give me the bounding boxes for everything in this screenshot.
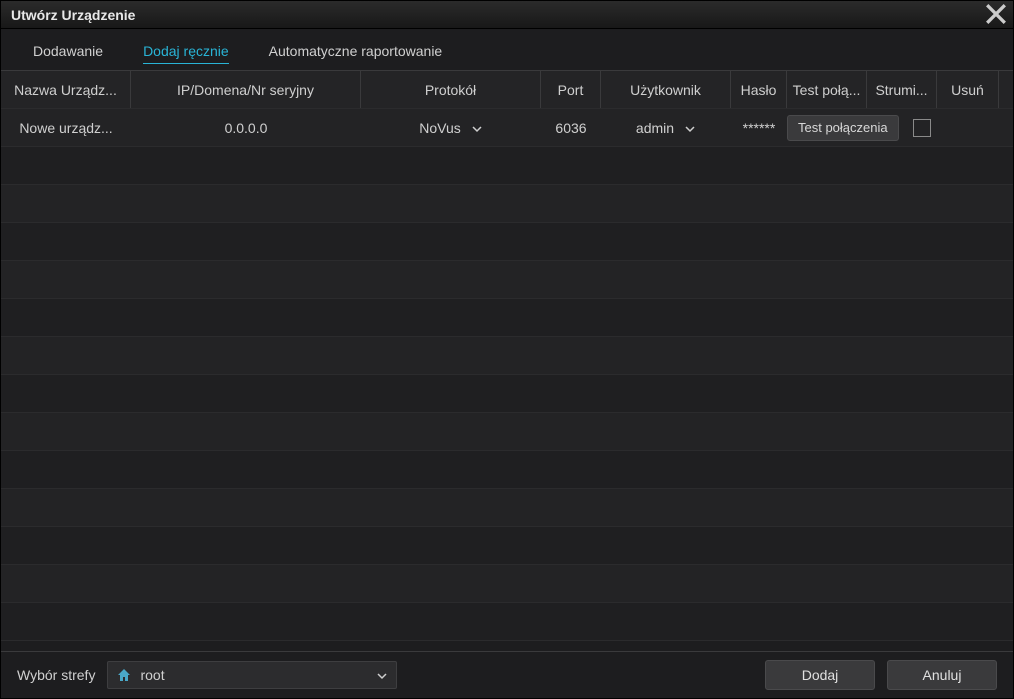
user-select[interactable]: admin xyxy=(636,120,696,136)
test-connection-button[interactable]: Test połączenia xyxy=(787,115,899,141)
col-delete: Usuń xyxy=(937,71,999,108)
col-protocol: Protokół xyxy=(361,71,541,108)
col-port: Port xyxy=(541,71,601,108)
tab-auto-reporting[interactable]: Automatyczne raportowanie xyxy=(269,39,443,64)
title-bar: Utwórz Urządzenie xyxy=(1,1,1013,29)
col-user: Użytkownik xyxy=(601,71,731,108)
cell-ip[interactable]: 0.0.0.0 xyxy=(131,109,361,146)
device-table: Nazwa Urządz... IP/Domena/Nr seryjny Pro… xyxy=(1,70,1013,652)
window-close-button[interactable] xyxy=(985,3,1007,25)
table-row-empty xyxy=(1,337,1013,375)
stream-checkbox[interactable] xyxy=(913,119,931,137)
zone-select[interactable]: root xyxy=(107,661,397,689)
table-row-empty xyxy=(1,565,1013,603)
col-password: Hasło xyxy=(731,71,787,108)
cell-user: admin xyxy=(601,109,731,146)
cell-test: Test połączenia xyxy=(787,109,867,146)
cancel-button[interactable]: Anuluj xyxy=(887,660,997,690)
create-device-window: Utwórz Urządzenie Dodawanie Dodaj ręczni… xyxy=(0,0,1014,699)
add-button[interactable]: Dodaj xyxy=(765,660,875,690)
tab-add-manually[interactable]: Dodaj ręcznie xyxy=(143,39,229,64)
table-row-empty xyxy=(1,527,1013,565)
cell-protocol: NoVus xyxy=(361,109,541,146)
user-value: admin xyxy=(636,120,674,136)
table-row-empty xyxy=(1,223,1013,261)
table-row-empty xyxy=(1,603,1013,641)
table-row-empty xyxy=(1,451,1013,489)
tab-add[interactable]: Dodawanie xyxy=(33,39,103,64)
col-stream: Strumi... xyxy=(867,71,937,108)
protocol-value: NoVus xyxy=(419,120,461,136)
home-icon xyxy=(116,667,132,683)
tabs: Dodawanie Dodaj ręcznie Automatyczne rap… xyxy=(1,29,1013,70)
table-row-empty xyxy=(1,299,1013,337)
chevron-down-icon xyxy=(471,122,483,134)
table-row-empty xyxy=(1,413,1013,451)
table-body: Nowe urządz... 0.0.0.0 NoVus 6036 admin xyxy=(1,109,1013,651)
table-row-empty xyxy=(1,185,1013,223)
zone-value: root xyxy=(140,667,164,683)
zone-label: Wybór strefy xyxy=(17,667,95,683)
cell-password[interactable]: ****** xyxy=(731,109,787,146)
cell-port[interactable]: 6036 xyxy=(541,109,601,146)
table-header: Nazwa Urządz... IP/Domena/Nr seryjny Pro… xyxy=(1,71,1013,109)
col-ip: IP/Domena/Nr seryjny xyxy=(131,71,361,108)
cell-device-name[interactable]: Nowe urządz... xyxy=(1,109,131,146)
protocol-select[interactable]: NoVus xyxy=(419,120,483,136)
table-row-empty xyxy=(1,375,1013,413)
col-device-name: Nazwa Urządz... xyxy=(1,71,131,108)
window-title: Utwórz Urządzenie xyxy=(11,7,135,23)
chevron-down-icon xyxy=(376,669,388,681)
col-test: Test połą... xyxy=(787,71,867,108)
table-row-empty xyxy=(1,489,1013,527)
cell-delete[interactable] xyxy=(937,109,999,146)
table-row: Nowe urządz... 0.0.0.0 NoVus 6036 admin xyxy=(1,109,1013,147)
chevron-down-icon xyxy=(684,122,696,134)
table-row-empty xyxy=(1,147,1013,185)
footer: Wybór strefy root Dodaj Anuluj xyxy=(1,652,1013,698)
table-row-empty xyxy=(1,261,1013,299)
